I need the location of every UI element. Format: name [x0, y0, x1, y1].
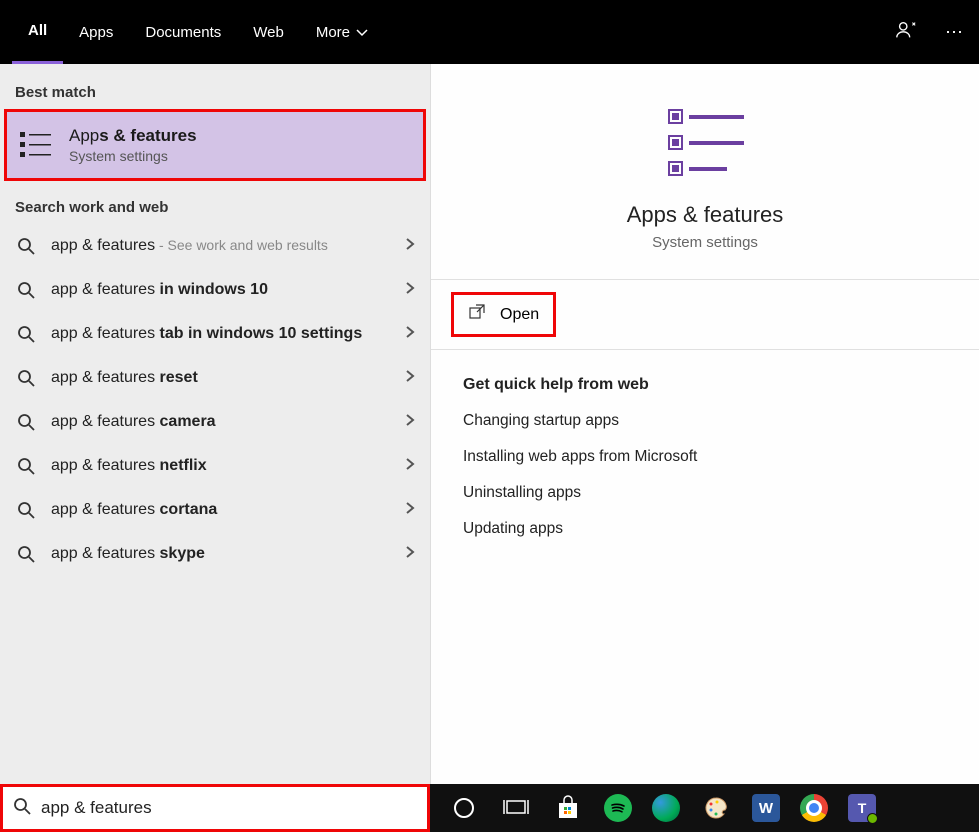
best-match-subtitle: System settings: [69, 148, 197, 164]
paint-icon[interactable]: [700, 792, 732, 824]
apps-features-icon: [19, 130, 55, 160]
search-result-text: app & features in windows 10: [51, 279, 391, 301]
search-result[interactable]: app & features - See work and web result…: [0, 224, 430, 268]
detail-title: Apps & features: [431, 202, 979, 228]
tab-all[interactable]: All: [12, 0, 63, 64]
detail-panel: Apps & features System settings Open Get…: [430, 64, 979, 784]
chrome-icon[interactable]: [800, 794, 828, 822]
more-options-icon[interactable]: ⋯: [945, 22, 965, 43]
tab-documents-label: Documents: [145, 24, 221, 41]
search-icon: [15, 457, 37, 475]
search-result-text: app & features reset: [51, 367, 391, 389]
chevron-right-icon: [405, 545, 415, 564]
spotify-icon[interactable]: [604, 794, 632, 822]
quick-help-link[interactable]: Uninstalling apps: [463, 484, 947, 502]
store-icon[interactable]: [552, 792, 584, 824]
search-icon: [15, 413, 37, 431]
tab-apps-label: Apps: [79, 24, 113, 41]
open-button-label: Open: [500, 306, 539, 324]
quick-help-link[interactable]: Installing web apps from Microsoft: [463, 448, 947, 466]
chevron-right-icon: [405, 237, 415, 256]
open-external-icon: [468, 303, 486, 326]
search-icon: [15, 501, 37, 519]
search-result[interactable]: app & features netflix: [0, 444, 430, 488]
chevron-right-icon: [405, 369, 415, 388]
search-result-text: app & features camera: [51, 411, 391, 433]
chevron-right-icon: [405, 413, 415, 432]
quick-help-header: Get quick help from web: [463, 376, 947, 394]
search-result[interactable]: app & features in windows 10: [0, 268, 430, 312]
edge-icon[interactable]: [652, 794, 680, 822]
tab-documents[interactable]: Documents: [129, 0, 237, 64]
best-match-result[interactable]: Apps & features System settings: [4, 109, 426, 181]
search-result[interactable]: app & features tab in windows 10 setting…: [0, 312, 430, 356]
word-icon[interactable]: W: [752, 794, 780, 822]
search-icon: [15, 369, 37, 387]
search-result[interactable]: app & features cortana: [0, 488, 430, 532]
apps-features-large-icon: [655, 104, 755, 184]
search-result-text: app & features netflix: [51, 455, 391, 477]
search-result[interactable]: app & features reset: [0, 356, 430, 400]
quick-help-link[interactable]: Changing startup apps: [463, 412, 947, 430]
chevron-right-icon: [405, 501, 415, 520]
chevron-right-icon: [405, 281, 415, 300]
search-result-text: app & features cortana: [51, 499, 391, 521]
tab-web-label: Web: [253, 24, 284, 41]
task-view-icon[interactable]: [500, 792, 532, 824]
search-input[interactable]: [41, 798, 417, 818]
search-result-text: app & features skype: [51, 543, 391, 565]
best-match-header: Best match: [0, 74, 430, 109]
tab-more-label: More: [316, 24, 350, 41]
search-icon: [15, 545, 37, 563]
search-icon: [15, 325, 37, 343]
open-button[interactable]: Open: [451, 292, 556, 337]
search-web-header: Search work and web: [0, 189, 430, 224]
search-icon: [15, 281, 37, 299]
teams-icon[interactable]: T: [848, 794, 876, 822]
chevron-down-icon: [356, 24, 368, 41]
cortana-icon[interactable]: [448, 792, 480, 824]
search-icon: [13, 797, 31, 820]
tab-web[interactable]: Web: [237, 0, 300, 64]
chevron-right-icon: [405, 457, 415, 476]
quick-help-link[interactable]: Updating apps: [463, 520, 947, 538]
search-result-text: app & features - See work and web result…: [51, 235, 391, 257]
tab-all-label: All: [28, 22, 47, 39]
search-result[interactable]: app & features skype: [0, 532, 430, 576]
chevron-right-icon: [405, 325, 415, 344]
taskbar-search[interactable]: [0, 784, 430, 832]
best-match-title: Apps & features: [69, 126, 197, 146]
search-tabs-bar: All Apps Documents Web More ⋯: [0, 0, 979, 64]
search-icon: [15, 237, 37, 255]
account-icon[interactable]: [895, 19, 917, 46]
search-result[interactable]: app & features camera: [0, 400, 430, 444]
search-results-panel: Best match Apps & features System settin…: [0, 64, 430, 784]
search-result-text: app & features tab in windows 10 setting…: [51, 323, 391, 345]
taskbar: W T: [0, 784, 979, 832]
tab-apps[interactable]: Apps: [63, 0, 129, 64]
tab-more[interactable]: More: [300, 0, 384, 64]
detail-subtitle: System settings: [431, 234, 979, 251]
